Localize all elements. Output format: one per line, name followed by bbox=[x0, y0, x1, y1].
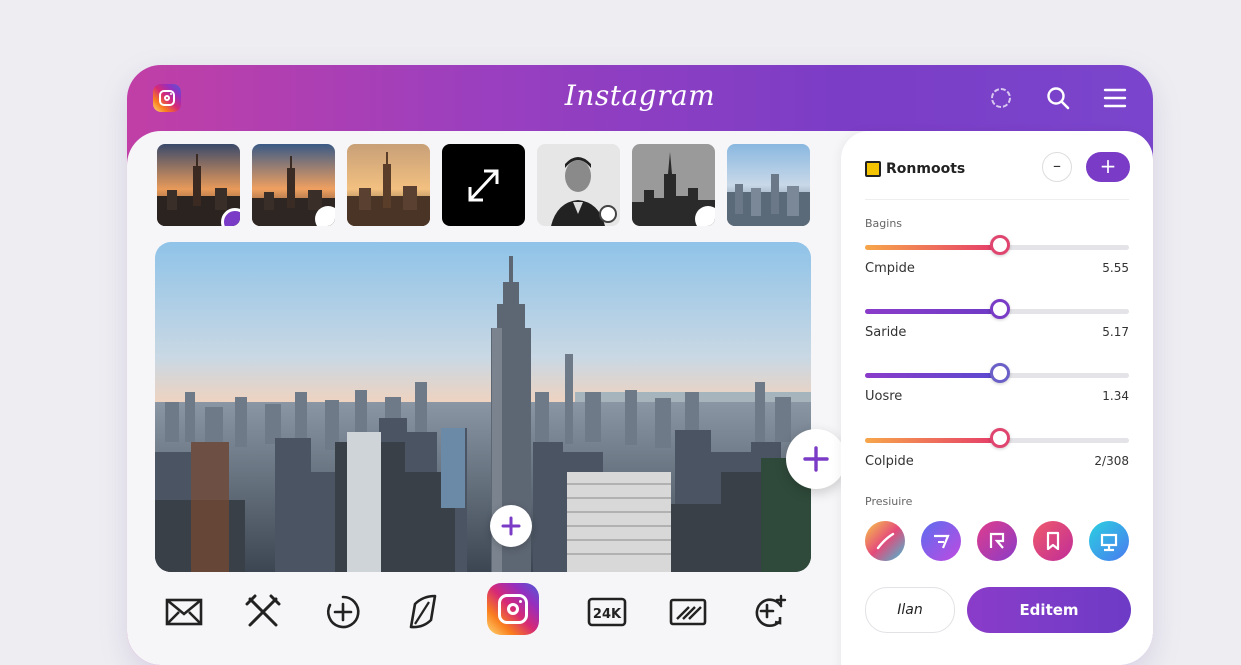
24k-badge-text: 24K bbox=[593, 607, 622, 622]
slider-knob[interactable] bbox=[989, 299, 1010, 319]
preset-violet[interactable] bbox=[921, 521, 961, 561]
menu-icon[interactable] bbox=[1102, 85, 1128, 111]
search-icon[interactable] bbox=[1045, 85, 1071, 111]
add-to-photo-button[interactable] bbox=[490, 505, 532, 547]
presets-label: Presiuire bbox=[865, 495, 913, 508]
thumbnail-city-silhouette[interactable] bbox=[632, 144, 715, 226]
header-bar: Instagram bbox=[127, 65, 1153, 131]
add-layer-button[interactable] bbox=[786, 429, 846, 489]
content-area: 24K Ronmoots – + Bagins Cmpide 5.55 Saride… bbox=[127, 131, 1153, 665]
plus-icon bbox=[803, 446, 829, 472]
slider-value: 5.55 bbox=[1102, 261, 1129, 275]
slider-value: 1.34 bbox=[1102, 389, 1129, 403]
thumbnail-portrait[interactable] bbox=[537, 144, 620, 226]
refresh-add-icon[interactable] bbox=[749, 592, 789, 632]
24k-icon[interactable]: 24K bbox=[587, 592, 627, 632]
app-window: Instagram 24K Ronmoots – + Bagins Cmpide… bbox=[127, 65, 1153, 665]
slider-value: 2/308 bbox=[1094, 454, 1129, 468]
plus-icon bbox=[501, 516, 521, 536]
preset-cyan[interactable] bbox=[1089, 521, 1129, 561]
slider-label: Uosre bbox=[865, 389, 903, 404]
slider-label: Colpide bbox=[865, 454, 914, 469]
slider-value: 5.17 bbox=[1102, 325, 1129, 339]
corner-badge bbox=[315, 206, 335, 226]
thumbnail-city-dusk[interactable] bbox=[157, 144, 240, 226]
collapse-button[interactable]: – bbox=[1042, 152, 1072, 182]
slider-fill bbox=[865, 373, 1000, 378]
slider-track[interactable] bbox=[865, 428, 1129, 448]
slider-track[interactable] bbox=[865, 235, 1129, 255]
slider-label: Saride bbox=[865, 325, 907, 340]
slider-label: Cmpide bbox=[865, 261, 915, 276]
thumbnail-city-sunset[interactable] bbox=[252, 144, 335, 226]
hatch-icon[interactable] bbox=[668, 592, 708, 632]
slider-fill bbox=[865, 438, 1000, 443]
slider-fill bbox=[865, 245, 1000, 250]
panel-title: Ronmoots bbox=[886, 161, 966, 177]
section-label: Bagins bbox=[865, 217, 903, 230]
slider-knob[interactable] bbox=[989, 428, 1010, 448]
slider-knob[interactable] bbox=[989, 363, 1010, 383]
preset-pink[interactable] bbox=[1033, 521, 1073, 561]
instagram-icon[interactable] bbox=[487, 583, 539, 635]
edit-button[interactable]: Editem bbox=[967, 587, 1131, 633]
camera-glyph bbox=[498, 594, 528, 624]
preset-magenta[interactable] bbox=[977, 521, 1017, 561]
ring-icon[interactable] bbox=[988, 85, 1014, 111]
slider-fill bbox=[865, 309, 1000, 314]
panel-divider bbox=[865, 199, 1129, 200]
thumbnail-city-blue[interactable] bbox=[727, 144, 810, 226]
expand-icon bbox=[468, 169, 499, 202]
thumbnail-city-golden[interactable] bbox=[347, 144, 430, 226]
corner-badge bbox=[695, 206, 715, 226]
add-button[interactable]: + bbox=[1086, 152, 1130, 182]
leaf-icon[interactable] bbox=[402, 592, 442, 632]
panel-checkbox[interactable] bbox=[865, 161, 881, 177]
adjustments-panel: Ronmoots – + Bagins Cmpide 5.55 Saride 5.17… bbox=[841, 131, 1153, 665]
panel-header: Ronmoots bbox=[865, 161, 965, 177]
preset-rainbow[interactable] bbox=[865, 521, 905, 561]
slider-knob[interactable] bbox=[989, 235, 1010, 255]
crossed-tools-icon[interactable] bbox=[243, 592, 283, 632]
slider-track[interactable] bbox=[865, 299, 1129, 319]
small-badge bbox=[599, 205, 617, 223]
add-circle-icon[interactable] bbox=[323, 592, 363, 632]
mail-icon[interactable] bbox=[164, 592, 204, 632]
slider-track[interactable] bbox=[865, 363, 1129, 383]
secondary-button[interactable]: Ilan bbox=[865, 587, 955, 633]
expand-tile[interactable] bbox=[442, 144, 525, 226]
main-photo[interactable] bbox=[155, 242, 811, 572]
